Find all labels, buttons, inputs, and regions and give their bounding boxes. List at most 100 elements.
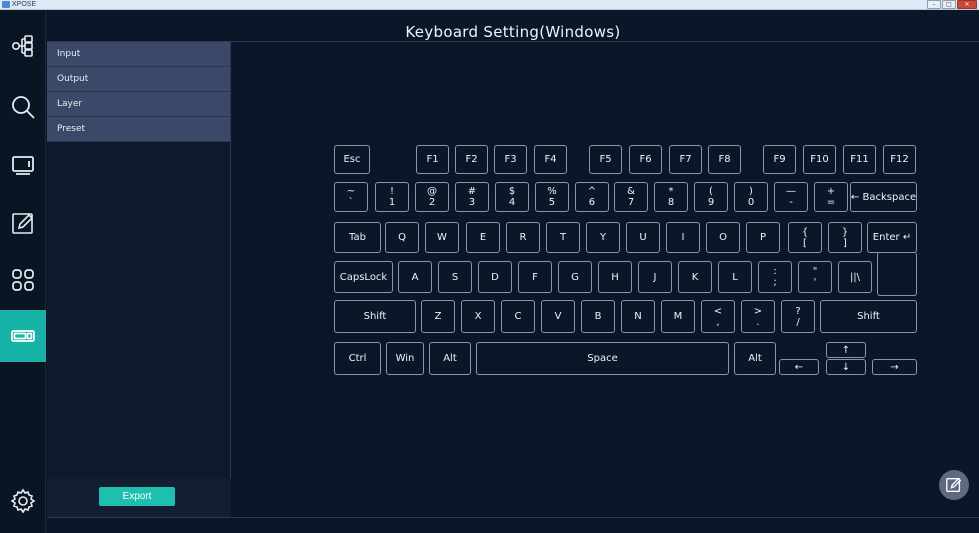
key-z-1[interactable]: Z xyxy=(421,300,455,333)
key-alt-left[interactable]: Alt xyxy=(429,342,471,375)
category-layer[interactable]: Layer xyxy=(47,92,230,117)
key-a-2[interactable]: S xyxy=(438,261,472,293)
key-q-1[interactable]: Q xyxy=(385,222,419,253)
key-esc[interactable]: Esc xyxy=(334,145,370,174)
key-q-8[interactable]: I xyxy=(666,222,700,253)
key-f4[interactable]: F4 xyxy=(534,145,567,174)
key-space[interactable]: Space xyxy=(476,342,729,375)
key-q-4[interactable]: R xyxy=(506,222,540,253)
key-enter-extension[interactable] xyxy=(877,252,917,296)
close-button[interactable]: ✕ xyxy=(957,0,977,9)
key-z-9[interactable]: >. xyxy=(741,300,775,333)
key-f8[interactable]: F8 xyxy=(708,145,741,174)
key-q-6[interactable]: Y xyxy=(586,222,620,253)
key-label: Shift xyxy=(857,311,880,322)
nav-keyboard[interactable] xyxy=(0,310,46,362)
key-a-3[interactable]: D xyxy=(478,261,512,293)
key-shift-left[interactable]: Shift xyxy=(334,300,416,333)
nav-monitor[interactable] xyxy=(0,139,46,191)
key-a-7[interactable]: J xyxy=(638,261,672,293)
key-f5[interactable]: F5 xyxy=(589,145,622,174)
key-z-5[interactable]: B xyxy=(581,300,615,333)
key-f1[interactable]: F1 xyxy=(416,145,449,174)
category-preset[interactable]: Preset xyxy=(47,117,230,142)
key-shift-right[interactable]: Shift xyxy=(820,300,917,333)
export-button[interactable]: Export xyxy=(99,487,175,506)
key-q-5[interactable]: T xyxy=(546,222,580,253)
key-a-5[interactable]: G xyxy=(558,261,592,293)
key-tab[interactable]: Tab xyxy=(334,222,381,253)
key-f7[interactable]: F7 xyxy=(669,145,702,174)
key-z-2[interactable]: X xyxy=(461,300,495,333)
category-output[interactable]: Output xyxy=(47,67,230,92)
key-a-4[interactable]: F xyxy=(518,261,552,293)
key-z-8[interactable]: <, xyxy=(701,300,735,333)
key-arrow-up[interactable]: ↑ xyxy=(826,342,866,358)
key-enter[interactable]: Enter ↵ xyxy=(867,222,917,253)
maximize-button[interactable]: □ xyxy=(942,0,956,9)
key-f2[interactable]: F2 xyxy=(455,145,488,174)
key-q-7[interactable]: U xyxy=(626,222,660,253)
key-z-6[interactable]: N xyxy=(621,300,655,333)
nav-edit[interactable] xyxy=(0,197,46,249)
key-q-3[interactable]: E xyxy=(466,222,500,253)
key-z-10[interactable]: ? / xyxy=(781,300,815,333)
key-q-12[interactable]: }] xyxy=(828,222,862,253)
key-arrow-right[interactable]: → xyxy=(872,359,917,375)
key-base-label: = xyxy=(826,197,836,208)
key-ctrl[interactable]: Ctrl xyxy=(334,342,381,375)
key-num-9[interactable]: (9 xyxy=(694,182,728,212)
key-f10[interactable]: F10 xyxy=(803,145,836,174)
key-a-12[interactable]: ||\ xyxy=(838,261,872,293)
key-f3[interactable]: F3 xyxy=(494,145,527,174)
key-arrow-down[interactable]: ↓ xyxy=(826,359,866,375)
keyboard-icon xyxy=(11,330,35,342)
key-num-11[interactable]: — - xyxy=(774,182,808,212)
key-q-10[interactable]: P xyxy=(746,222,780,253)
key-a-9[interactable]: L xyxy=(718,261,752,293)
nav-search[interactable] xyxy=(0,81,46,133)
key-q-11[interactable]: {[ xyxy=(788,222,822,253)
key-z-7[interactable]: M xyxy=(661,300,695,333)
key-num-0[interactable]: ~ ` xyxy=(334,182,368,212)
key-arrow-left[interactable]: ← xyxy=(779,359,819,375)
key-label: I xyxy=(681,232,685,243)
key-q-9[interactable]: O xyxy=(706,222,740,253)
key-label: Z xyxy=(434,311,442,322)
key-q-2[interactable]: W xyxy=(425,222,459,253)
key-z-3[interactable]: C xyxy=(501,300,535,333)
key-f12[interactable]: F12 xyxy=(883,145,916,174)
key-alt-right[interactable]: Alt xyxy=(734,342,776,375)
key-a-8[interactable]: K xyxy=(678,261,712,293)
key-label: :; xyxy=(773,266,776,288)
key-z-4[interactable]: V xyxy=(541,300,575,333)
nav-signal-routing[interactable] xyxy=(0,20,46,72)
edit-floating-button[interactable] xyxy=(939,470,969,500)
key-num-7[interactable]: & 7 xyxy=(614,182,648,212)
key-a-1[interactable]: A xyxy=(398,261,432,293)
key-label: ↓ xyxy=(841,361,851,373)
key-a-6[interactable]: H xyxy=(598,261,632,293)
key-num-12[interactable]: + = xyxy=(814,182,848,212)
key-num-5[interactable]: % 5 xyxy=(535,182,569,212)
key-f11[interactable]: F11 xyxy=(843,145,876,174)
key-win[interactable]: Win xyxy=(386,342,424,375)
key-f9[interactable]: F9 xyxy=(763,145,796,174)
key-num-4[interactable]: $4 xyxy=(495,182,529,212)
key-a-11[interactable]: " ' xyxy=(798,261,832,293)
key-num-3[interactable]: #3 xyxy=(455,182,489,212)
key-num-6[interactable]: ^ 6 xyxy=(575,182,609,212)
key-label: V xyxy=(554,311,562,322)
key-a-10[interactable]: :; xyxy=(758,261,792,293)
key-num-1[interactable]: ! 1 xyxy=(375,182,409,212)
nav-apps[interactable] xyxy=(0,254,46,306)
category-input[interactable]: Input xyxy=(47,42,230,67)
key-capslock[interactable]: CapsLock xyxy=(334,261,393,293)
key-num-2[interactable]: @2 xyxy=(415,182,449,212)
minimize-button[interactable]: – xyxy=(927,0,941,9)
nav-settings[interactable] xyxy=(0,475,46,527)
key-num-10[interactable]: ) 0 xyxy=(734,182,768,212)
key-backspace[interactable]: ← Backspace xyxy=(850,182,917,212)
key-num-8[interactable]: * 8 xyxy=(654,182,688,212)
key-f6[interactable]: F6 xyxy=(629,145,662,174)
